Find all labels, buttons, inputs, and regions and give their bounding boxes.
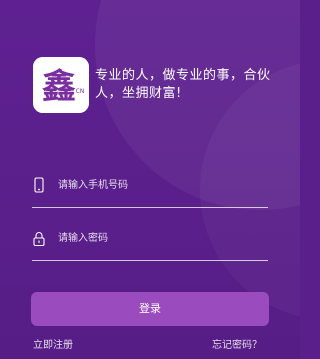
slogan: 专业的人，做专业的事，合伙人，坐拥财富! [95, 68, 271, 101]
forgot-password-link[interactable]: 忘记密码？ [212, 339, 262, 353]
logo-icon: 鑫 CN [33, 57, 89, 113]
phone-icon [32, 177, 46, 195]
password-field [32, 230, 268, 261]
login-button[interactable]: 登录 [31, 292, 269, 326]
phone-field [32, 177, 268, 208]
logo-glyph: 鑫 [42, 67, 76, 107]
logo-sub-text: CN [76, 88, 85, 95]
header: 鑫 CN 专业的人，做专业的事，合伙人，坐拥财富! [33, 57, 273, 113]
password-input[interactable] [58, 230, 263, 248]
phone-input[interactable] [58, 177, 263, 195]
lock-icon [32, 230, 46, 248]
register-link[interactable]: 立即注册 [33, 339, 73, 353]
